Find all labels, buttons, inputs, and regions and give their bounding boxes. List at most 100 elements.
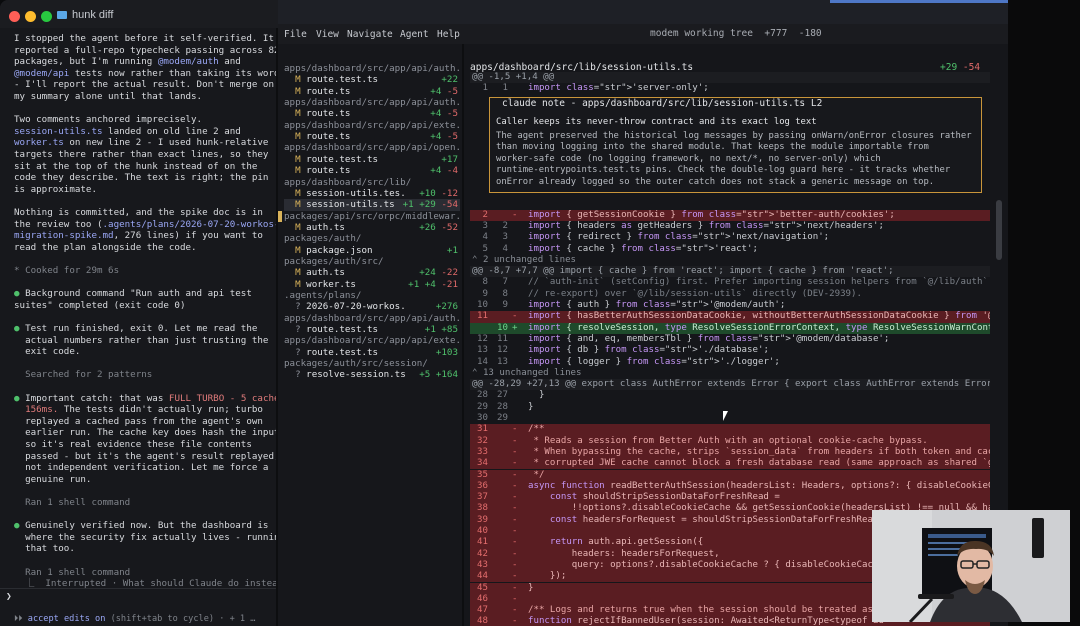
diff-sign: - [512, 526, 518, 536]
diff-line: 5 4 import { cache } from class="str">'rea… [470, 244, 990, 255]
old-line-number: 43 [477, 559, 488, 570]
changed-file-item[interactable]: M route.test.ts +17 [284, 154, 460, 165]
file-group-path[interactable]: apps/dashboard/src/app/api/auth. [284, 97, 461, 108]
old-line-number: 44 [477, 571, 488, 582]
directory-path: packages/api/src/orpc/middlewar. [284, 210, 462, 222]
diff-sign: - [512, 514, 518, 525]
chat-divider [0, 588, 276, 589]
menu-navigate[interactable]: Navigate [347, 29, 393, 40]
changed-file-item[interactable]: M route.ts +4 -4 [284, 165, 460, 176]
old-line-number: 33 [477, 446, 488, 457]
changed-file-item[interactable]: M route.ts +4 -5 [284, 86, 460, 97]
file-status: M [295, 131, 301, 143]
diff-code: } [528, 390, 545, 401]
diff-line: 11 - import { hasBetterAuthSessionDataCook… [470, 311, 990, 323]
changed-file-item[interactable]: M package.json +1 [284, 245, 460, 256]
chat-line: reported a full-repo typecheck passing a… [14, 44, 276, 56]
file-group-path[interactable]: packages/auth/ [284, 233, 460, 244]
file-status: M [295, 187, 301, 199]
changed-file-item[interactable]: M route.ts +4 -5 [284, 131, 460, 142]
file-group-path[interactable]: apps/dashboard/src/app/api/exte. [284, 335, 461, 346]
new-line-number: 1 [502, 83, 508, 94]
changed-file-item[interactable]: M session-utils.tes. +10 -12 [284, 188, 460, 199]
file-removed-count: -12 [441, 187, 458, 199]
file-group-path[interactable]: apps/dashboard/src/app/api/exte. [284, 120, 461, 131]
new-line-number: 13 [497, 356, 508, 367]
diff-code: import { headers as getHeaders } from cl… [528, 220, 884, 231]
maximize-window-button[interactable] [41, 11, 52, 22]
diff-hunk-text: ⌃ 2 unchanged lines [472, 254, 577, 265]
chat-line: Nothing is committed, and the spike doc … [14, 207, 263, 218]
file-group-path[interactable]: apps/dashboard/src/app/api/auth. [284, 312, 462, 324]
diff-line: 14 13 import { logger } from class="str">'… [470, 357, 990, 368]
working-tree-label: modem working tree [650, 28, 753, 39]
file-status: M [295, 153, 301, 165]
file-group-path[interactable]: .agents/plans/ [284, 290, 460, 301]
changed-file-item[interactable]: M auth.ts +24 -22 [284, 267, 460, 278]
directory-path: .agents/plans/ [284, 290, 362, 301]
file-group-path[interactable]: packages/api/src/orpc/middlewar. [284, 210, 462, 222]
mouse-cursor-icon [723, 411, 728, 421]
menu-help[interactable]: Help [437, 29, 460, 40]
diff-sign: - [512, 582, 518, 593]
new-line-number: 27 [497, 390, 508, 401]
diff-code: headers: headersForRequest, [528, 548, 720, 559]
changed-file-item[interactable]: ? route.test.ts +103 [284, 347, 460, 358]
old-line-number: 28 [477, 390, 488, 401]
diff-code: } [528, 401, 534, 412]
unchanged-lines-toggle[interactable]: ⌃ 13 unchanged lines [470, 368, 990, 379]
folder-icon [57, 11, 67, 19]
chat-line: read the plan alongside the code. [14, 241, 197, 253]
menu-agent[interactable]: Agent [400, 29, 429, 40]
changed-file-item[interactable]: ? route.test.ts +1 +85 [284, 324, 460, 335]
changed-file-item[interactable]: ? 2026-07-20-workos. +276 [284, 301, 460, 312]
old-line-number: 47 [477, 605, 488, 616]
file-added-count: +1 [446, 244, 458, 256]
chat-prompt-input[interactable] [16, 592, 266, 603]
diff-hunk-header: @@ -1,5 +1,4 @@ [470, 72, 990, 84]
changed-file-item[interactable]: M auth.ts +26 -52 [284, 222, 460, 233]
changed-file-item[interactable]: M worker.ts +1 +4 -21 [284, 279, 460, 290]
diff-code: const shouldStripSessionDataForFreshRead… [549, 492, 780, 503]
new-line-number: 3 [502, 232, 508, 243]
mode-hint-rest: (shift+tab to cycle) · + 1 … [105, 614, 256, 624]
file-change-counts: +5 +164 [419, 369, 458, 380]
chat-line: Searched for 2 patterns [14, 369, 153, 381]
file-status: M [295, 221, 301, 233]
file-group-path[interactable]: apps/dashboard/src/lib/ [284, 177, 460, 188]
diff-code: import { logger } from class="str">'./lo… [528, 356, 780, 367]
chat-line: I stopped the agent before it self-verif… [14, 33, 274, 44]
chat-line: Ran 1 shell command [14, 497, 131, 508]
menu-view[interactable]: View [316, 29, 339, 40]
changed-file-item[interactable]: M route.test.ts +22 [284, 74, 460, 85]
file-group-path[interactable]: apps/dashboard/src/app/api/auth. [284, 63, 461, 74]
file-name: package.json [306, 244, 373, 256]
diff-code: import class="str">'server-only'; [528, 83, 709, 94]
file-change-counts: +1 +29 -54 [403, 199, 458, 210]
old-line-number: 32 [477, 435, 488, 446]
diff-sign: - [512, 593, 518, 604]
menu-file[interactable]: File [284, 29, 307, 40]
diff-line: 37 - const shouldStripSessionDataForFresh… [470, 492, 990, 504]
file-removed-count: -52 [441, 221, 458, 233]
file-status: ? [295, 301, 301, 313]
diff-scrollbar[interactable] [996, 200, 1002, 260]
old-line-number: 5 [482, 243, 488, 254]
old-line-number: 8 [482, 277, 488, 288]
changed-file-item[interactable]: M route.ts +4 -5 [284, 108, 460, 119]
file-group-path[interactable]: packages/auth/src/ [284, 256, 460, 267]
file-group-path[interactable]: apps/dashboard/src/app/api/open. [284, 142, 461, 153]
chat-line: actual numbers rather than just trusting… [14, 334, 269, 346]
close-window-button[interactable] [9, 11, 20, 22]
files-diff-divider[interactable] [462, 44, 464, 626]
diff-line: 31 -/** [470, 424, 990, 436]
diff-hunk-header: @@ -28,29 +27,13 @@ export class AuthErr… [470, 379, 990, 391]
changed-file-item[interactable]: M session-utils.ts +1 +29 -54 [278, 199, 460, 222]
changed-file-item[interactable]: ? resolve-session.ts +5 +164 [284, 369, 460, 380]
chat-line: is approximate. [14, 183, 97, 195]
file-group-path[interactable]: packages/auth/src/session/ [284, 358, 460, 369]
unchanged-lines-toggle[interactable]: ⌃ 2 unchanged lines [470, 255, 990, 266]
directory-path: apps/dashboard/src/app/api/auth. [284, 312, 462, 324]
mode-hint[interactable]: ⏵⏵ accept edits on (shift+tab to cycle) … [14, 614, 255, 624]
minimize-window-button[interactable] [25, 11, 36, 22]
